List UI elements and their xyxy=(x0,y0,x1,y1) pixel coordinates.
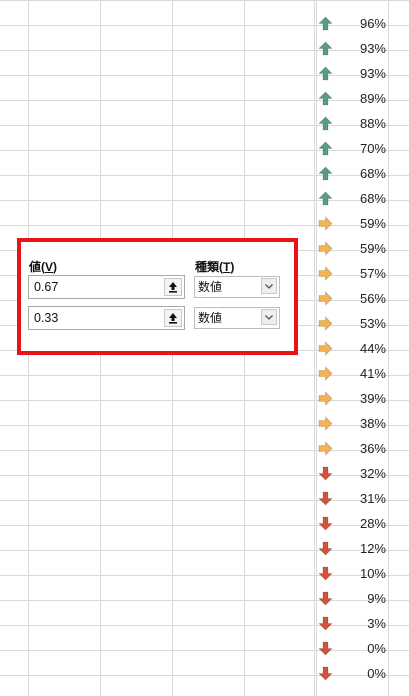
table-row[interactable]: 59% xyxy=(303,211,409,236)
right-arrow-icon xyxy=(318,241,333,256)
cell-value: 3% xyxy=(367,616,386,631)
table-row[interactable]: 44% xyxy=(303,336,409,361)
right-arrow-icon xyxy=(318,266,333,281)
type-select-1[interactable]: 数値 xyxy=(194,276,280,298)
table-row[interactable]: 88% xyxy=(303,111,409,136)
type-select-1-value: 数値 xyxy=(198,280,223,294)
cell-value: 59% xyxy=(359,216,386,231)
type-select-2[interactable]: 数値 xyxy=(194,307,280,329)
cell-value: 41% xyxy=(359,366,386,381)
table-row[interactable]: 68% xyxy=(303,161,409,186)
table-row[interactable]: 59% xyxy=(303,236,409,261)
cell-value: 59% xyxy=(359,241,386,256)
cell-value: 31% xyxy=(359,491,386,506)
cell-value: 56% xyxy=(359,291,386,306)
value-label: 値(V) xyxy=(29,260,58,274)
down-arrow-icon xyxy=(318,666,333,681)
chevron-down-icon[interactable] xyxy=(261,278,277,294)
down-arrow-icon xyxy=(318,616,333,631)
cell-value: 68% xyxy=(359,166,386,181)
up-arrow-icon xyxy=(318,16,333,31)
cell-value: 10% xyxy=(359,566,386,581)
up-arrow-icon xyxy=(318,166,333,181)
value-input-1[interactable]: 0.67 xyxy=(28,275,185,299)
up-arrow-icon xyxy=(318,116,333,131)
table-row[interactable]: 56% xyxy=(303,286,409,311)
right-arrow-icon xyxy=(318,416,333,431)
cell-value: 28% xyxy=(359,516,386,531)
value-input-2-text: 0.33 xyxy=(34,311,59,325)
type-label: 種類(T) xyxy=(195,260,235,274)
up-arrow-icon xyxy=(318,91,333,106)
table-row[interactable]: 89% xyxy=(303,86,409,111)
down-arrow-icon xyxy=(318,566,333,581)
right-arrow-icon xyxy=(318,341,333,356)
cell-value: 39% xyxy=(359,391,386,406)
table-row[interactable]: 32% xyxy=(303,461,409,486)
right-arrow-icon xyxy=(318,366,333,381)
down-arrow-icon xyxy=(318,491,333,506)
right-arrow-icon xyxy=(318,216,333,231)
down-arrow-icon xyxy=(318,591,333,606)
up-arrow-icon xyxy=(318,191,333,206)
table-row[interactable]: 31% xyxy=(303,486,409,511)
chevron-down-icon[interactable] xyxy=(261,309,277,325)
cell-value: 93% xyxy=(359,66,386,81)
right-arrow-icon xyxy=(318,316,333,331)
collapse-dialog-button-1[interactable] xyxy=(164,278,182,296)
table-row[interactable]: 0% xyxy=(303,661,409,686)
down-arrow-icon xyxy=(318,641,333,656)
cell-value: 96% xyxy=(359,16,386,31)
right-arrow-icon xyxy=(318,291,333,306)
table-row[interactable]: 68% xyxy=(303,186,409,211)
cell-value: 0% xyxy=(367,666,386,681)
upload-arrow-icon xyxy=(169,313,177,324)
cell-value: 9% xyxy=(367,591,386,606)
collapse-dialog-button-2[interactable] xyxy=(164,309,182,327)
table-row[interactable]: 3% xyxy=(303,611,409,636)
cell-value: 57% xyxy=(359,266,386,281)
table-row[interactable]: 93% xyxy=(303,61,409,86)
cell-value: 70% xyxy=(359,141,386,156)
icon-rule-panel: 値(V) 種類(T) 0.67 数値 0.33 数値 xyxy=(17,238,298,355)
table-row[interactable]: 12% xyxy=(303,536,409,561)
cell-value: 36% xyxy=(359,441,386,456)
table-row[interactable]: 9% xyxy=(303,586,409,611)
table-row[interactable]: 57% xyxy=(303,261,409,286)
table-row[interactable]: 10% xyxy=(303,561,409,586)
cell-value: 12% xyxy=(359,541,386,556)
cell-value: 53% xyxy=(359,316,386,331)
type-select-2-value: 数値 xyxy=(198,311,223,325)
table-row[interactable]: 41% xyxy=(303,361,409,386)
table-row[interactable]: 96% xyxy=(303,11,409,36)
down-arrow-icon xyxy=(318,516,333,531)
cell-value: 32% xyxy=(359,466,386,481)
cell-value: 88% xyxy=(359,116,386,131)
table-row[interactable]: 38% xyxy=(303,411,409,436)
table-row[interactable]: 36% xyxy=(303,436,409,461)
cell-value: 68% xyxy=(359,191,386,206)
table-row[interactable]: 93% xyxy=(303,36,409,61)
cell-value: 89% xyxy=(359,91,386,106)
value-input-1-text: 0.67 xyxy=(34,280,59,294)
table-row[interactable]: 53% xyxy=(303,311,409,336)
right-arrow-icon xyxy=(318,391,333,406)
cell-value: 38% xyxy=(359,416,386,431)
cell-value: 0% xyxy=(367,641,386,656)
up-arrow-icon xyxy=(318,66,333,81)
down-arrow-icon xyxy=(318,466,333,481)
table-row[interactable]: 39% xyxy=(303,386,409,411)
table-row[interactable]: 28% xyxy=(303,511,409,536)
upload-arrow-icon xyxy=(169,282,177,293)
table-row[interactable]: 70% xyxy=(303,136,409,161)
down-arrow-icon xyxy=(318,541,333,556)
up-arrow-icon xyxy=(318,41,333,56)
value-input-2[interactable]: 0.33 xyxy=(28,306,185,330)
right-arrow-icon xyxy=(318,441,333,456)
table-row[interactable]: 0% xyxy=(303,636,409,661)
cell-value: 44% xyxy=(359,341,386,356)
up-arrow-icon xyxy=(318,141,333,156)
cell-value: 93% xyxy=(359,41,386,56)
